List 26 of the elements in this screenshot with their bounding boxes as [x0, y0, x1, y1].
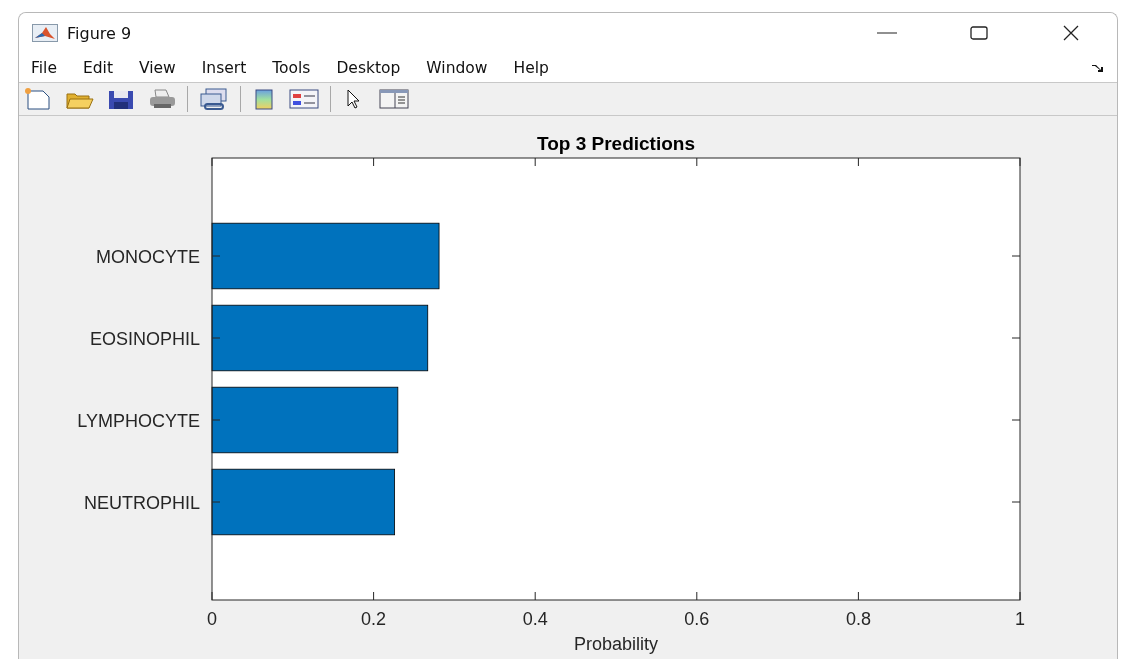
x-tick-label: 0.2: [361, 609, 387, 629]
menu-item[interactable]: Tools: [272, 58, 311, 77]
y-tick-label: MONOCYTE: [96, 247, 200, 267]
maximize-icon: [969, 25, 989, 41]
x-axis-label: Probability: [574, 634, 658, 654]
y-tick-label: LYMPHOCYTE: [77, 411, 200, 431]
y-tick-label: NEUTROPHIL: [84, 493, 200, 513]
x-tick-label: 0.4: [522, 609, 548, 629]
property-panel-icon[interactable]: [377, 87, 411, 111]
menu-item[interactable]: File: [31, 58, 57, 77]
x-tick-label: 0: [207, 609, 217, 629]
x-tick-label: 0.8: [845, 609, 871, 629]
menu-item[interactable]: Help: [513, 58, 549, 77]
x-tick-label: 0.6: [684, 609, 710, 629]
peak-logo-icon: [32, 24, 58, 42]
legend-icon[interactable]: [287, 87, 321, 111]
menu-item[interactable]: Insert: [201, 58, 247, 77]
menu-item[interactable]: Edit: [82, 58, 113, 77]
x-tick-label: 1: [1015, 609, 1025, 629]
menu-item[interactable]: Window: [426, 58, 488, 77]
y-tick-label: EOSINOPHIL: [89, 329, 200, 349]
chart-title: Top 3 Predictions: [537, 133, 695, 154]
menu-item[interactable]: Desktop: [336, 58, 401, 77]
close-icon: [1061, 25, 1081, 41]
window-title: Figure 9: [67, 23, 132, 43]
menu-item[interactable]: View: [138, 58, 176, 77]
